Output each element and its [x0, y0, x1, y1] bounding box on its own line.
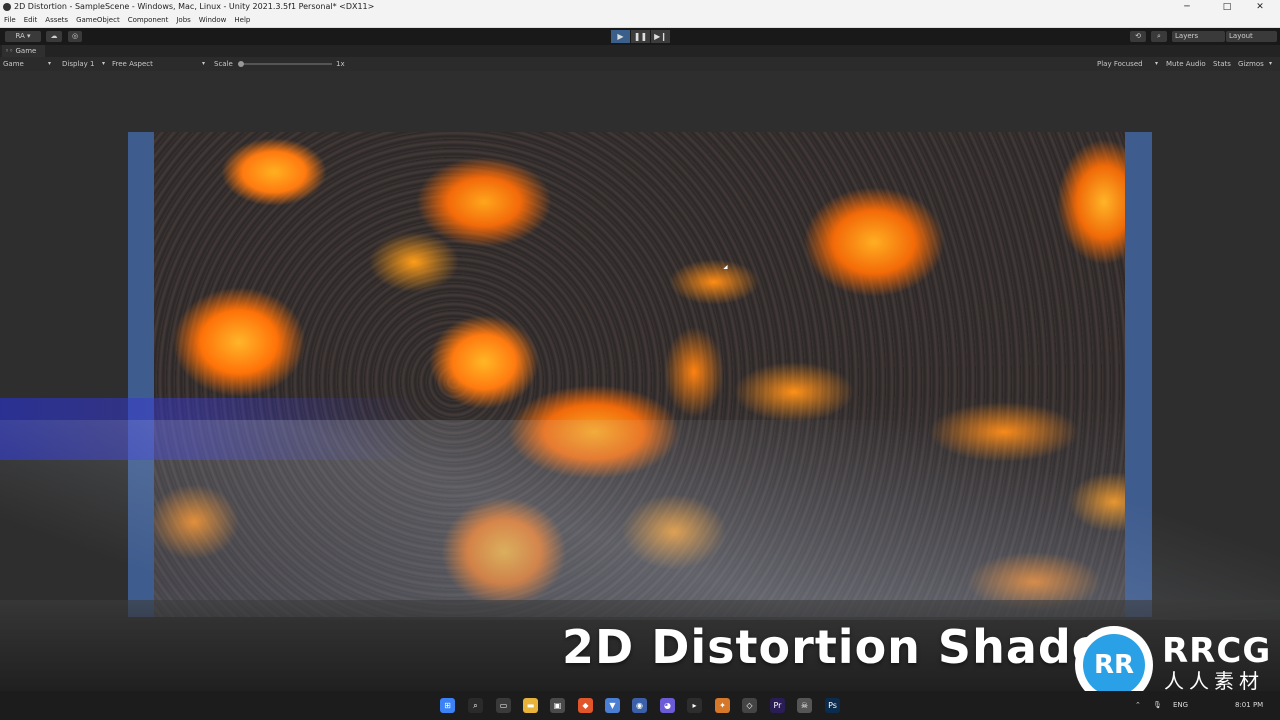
play-button[interactable]: ▶	[611, 30, 630, 43]
chevron-down-icon: ▾	[1155, 60, 1159, 67]
store-icon[interactable]: ▣	[550, 698, 565, 713]
terminal-icon[interactable]: ▸	[687, 698, 702, 713]
layout-dropdown[interactable]: Layout	[1226, 31, 1277, 42]
menu-jobs[interactable]: Jobs	[172, 14, 194, 27]
play-focused-dropdown[interactable]: Play Focused	[1097, 57, 1143, 71]
windows-taskbar: ⊞ ⌕ ▭ ▬ ▣ ◆ ▼ ◉ ◕ ▸ ✦ ◇ Pr ☠ Ps ⌃ 🎙 ENG …	[0, 691, 1280, 720]
search-icon[interactable]: ⌕	[1151, 31, 1167, 42]
window-title: 2D Distortion - SampleScene - Windows, M…	[14, 2, 375, 11]
mute-audio-toggle[interactable]: Mute Audio	[1166, 57, 1206, 71]
video-overlay-title: 2D Distortion Shader	[562, 620, 1128, 674]
menu-edit[interactable]: Edit	[20, 14, 42, 27]
photoshop-icon[interactable]: Ps	[825, 698, 840, 713]
gamepad-icon: ◦◦	[5, 47, 16, 55]
steam-icon[interactable]: ◉	[632, 698, 647, 713]
tray-chevron-icon[interactable]: ⌃	[1135, 691, 1141, 720]
minimize-button[interactable]: ─	[1167, 0, 1207, 14]
layers-dropdown[interactable]: Layers	[1172, 31, 1225, 42]
main-toolbar: RA ▾ ☁ ◎ ▶ ❚❚ ▶❙ ⟲ ⌕ Layers Layout	[0, 28, 1280, 45]
light-band	[0, 420, 1280, 620]
scale-label: Scale	[214, 60, 233, 68]
menu-component[interactable]: Component	[124, 14, 173, 27]
menu-help[interactable]: Help	[230, 14, 254, 27]
collab-icon[interactable]: ◎	[68, 31, 82, 42]
game-view-toolbar: Game ▾ Display 1 ▾ Free Aspect ▾ Scale 1…	[0, 57, 1280, 71]
watermark-sub: 人人素材	[1164, 669, 1264, 693]
brave-browser-icon[interactable]: ◆	[578, 698, 593, 713]
chevron-down-icon: ▾	[1269, 60, 1273, 67]
scale-value: 1x	[336, 60, 345, 68]
unity-hub-icon[interactable]: ◇	[742, 698, 757, 713]
display-dropdown[interactable]: Display 1	[62, 57, 94, 71]
menu-assets[interactable]: Assets	[41, 14, 72, 27]
tab-bar: ◦◦ Game	[0, 45, 1280, 57]
window-titlebar: 2D Distortion - SampleScene - Windows, M…	[0, 0, 1280, 14]
aspect-dropdown[interactable]: Free Aspect	[112, 57, 153, 71]
menu-bar: File Edit Assets GameObject Component Jobs Win…	[0, 14, 1280, 28]
scale-slider[interactable]	[240, 63, 332, 65]
metamask-icon[interactable]: ✦	[715, 698, 730, 713]
rrcg-logo-mark: RR	[1083, 634, 1145, 696]
microphone-icon[interactable]: 🎙	[1153, 691, 1162, 720]
tab-game[interactable]: ◦◦ Game	[2, 45, 45, 57]
menu-gameobject[interactable]: GameObject	[72, 14, 124, 27]
close-button[interactable]: ✕	[1240, 0, 1280, 14]
chevron-down-icon: ▾	[202, 60, 206, 67]
scale-slider-handle[interactable]	[238, 61, 244, 67]
vpn-icon[interactable]: ▼	[605, 698, 620, 713]
discord-icon[interactable]: ◕	[660, 698, 675, 713]
watermark-brand: RRCG	[1162, 631, 1272, 671]
step-button[interactable]: ▶❙	[651, 30, 670, 43]
start-icon[interactable]: ⊞	[440, 698, 455, 713]
menu-file[interactable]: File	[0, 14, 20, 27]
file-explorer-icon[interactable]: ▬	[523, 698, 538, 713]
gizmos-toggle[interactable]: Gizmos	[1238, 57, 1264, 71]
premiere-icon[interactable]: Pr	[770, 698, 785, 713]
tab-game-label: Game	[15, 47, 37, 55]
task-view-icon[interactable]: ▭	[496, 698, 511, 713]
cloud-icon[interactable]: ☁	[46, 31, 62, 42]
game-mode-dropdown[interactable]: Game	[3, 57, 24, 71]
pause-button[interactable]: ❚❚	[631, 30, 650, 43]
search-icon[interactable]: ⌕	[468, 698, 483, 713]
language-indicator[interactable]: ENG	[1173, 691, 1188, 720]
chevron-down-icon: ▾	[102, 60, 106, 67]
clock[interactable]: 8:01 PM	[1235, 691, 1263, 720]
history-icon[interactable]: ⟲	[1130, 31, 1146, 42]
unity-icon	[3, 3, 11, 11]
skull-app-icon[interactable]: ☠	[797, 698, 812, 713]
menu-window[interactable]: Window	[195, 14, 231, 27]
account-button[interactable]: RA ▾	[5, 31, 41, 42]
stats-toggle[interactable]: Stats	[1213, 57, 1231, 71]
chevron-down-icon: ▾	[48, 60, 52, 67]
